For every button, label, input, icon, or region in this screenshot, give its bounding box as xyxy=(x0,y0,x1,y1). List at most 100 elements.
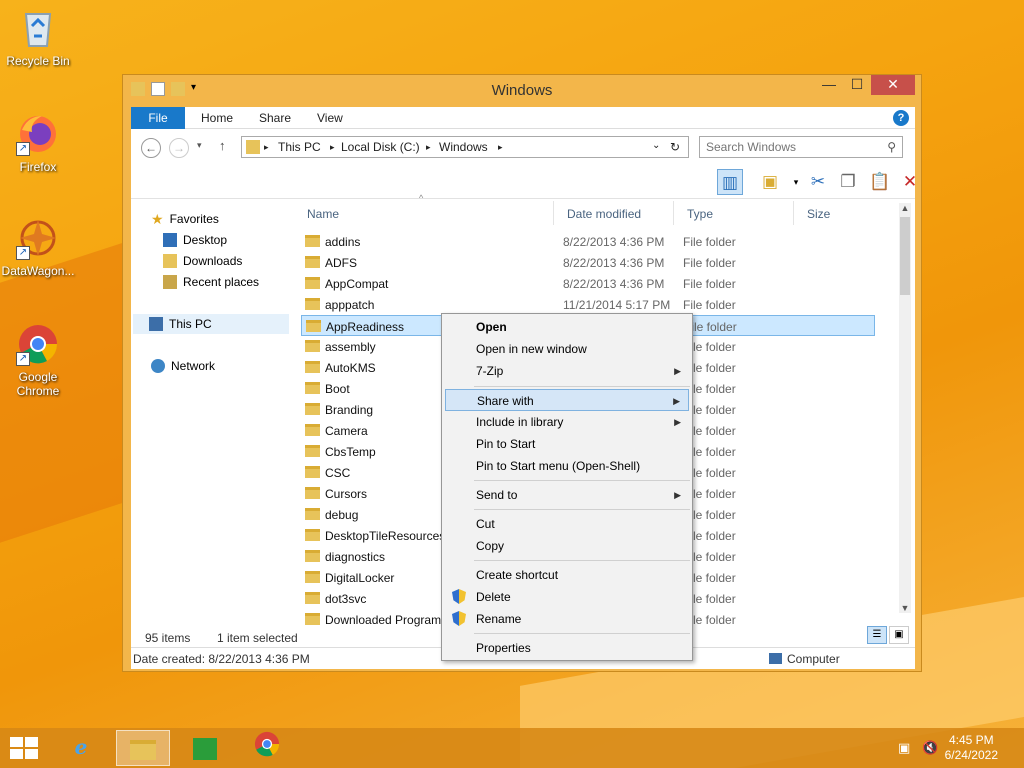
file-type: File folder xyxy=(683,382,736,396)
breadcrumb-separator-icon[interactable]: ▸ xyxy=(330,142,335,153)
search-box[interactable]: ⚲ xyxy=(699,136,903,158)
tab-file[interactable]: File xyxy=(131,107,185,129)
taskbar-clock[interactable]: 4:45 PM 6/24/2022 xyxy=(945,733,998,763)
paste-button[interactable]: 📋 xyxy=(867,169,893,195)
minimize-button[interactable]: — xyxy=(815,75,843,95)
file-type: File folder xyxy=(683,277,736,291)
windows-logo-icon xyxy=(25,749,38,759)
file-type: File folder xyxy=(683,613,736,627)
maximize-button[interactable]: ☐ xyxy=(843,75,871,95)
sort-ascending-icon: ^ xyxy=(419,193,424,203)
menu-item-pin-to-start[interactable]: Pin to Start xyxy=(445,433,689,455)
nav-label: Favorites xyxy=(169,212,219,226)
nav-desktop[interactable]: Desktop xyxy=(163,230,227,250)
breadcrumb-this-pc[interactable]: This PC xyxy=(278,140,321,154)
cut-button[interactable]: ✂ xyxy=(805,169,831,195)
refresh-icon[interactable]: ↻ xyxy=(670,140,680,154)
menu-item-include-in-library[interactable]: Include in library ▶ xyxy=(445,411,689,433)
network-tray-icon[interactable]: ▣ xyxy=(898,740,910,756)
table-row[interactable]: ADFS 8/22/2013 4:36 PM File folder xyxy=(301,252,875,273)
close-button[interactable]: ✕ xyxy=(871,75,915,95)
desktop-icon-google-chrome[interactable]: ↗ Google Chrome xyxy=(0,322,76,398)
folder-icon xyxy=(305,235,320,247)
tab-view[interactable]: View xyxy=(317,107,343,129)
open-folder-button[interactable]: ▣ xyxy=(757,169,783,195)
column-header-name[interactable]: Name xyxy=(307,207,339,221)
desktop-icon-recycle-bin[interactable]: Recycle Bin xyxy=(0,6,76,68)
column-header-type[interactable]: Type xyxy=(687,207,713,221)
breadcrumb-separator-icon[interactable]: ▸ xyxy=(264,142,269,153)
menu-separator xyxy=(474,386,690,387)
up-button[interactable]: ↑ xyxy=(219,138,226,153)
volume-muted-icon[interactable]: 🔇 xyxy=(922,740,938,756)
desktop-icon-firefox[interactable]: ↗ Firefox xyxy=(0,112,76,174)
file-name: addins xyxy=(325,235,361,249)
details-view-button[interactable]: ☰ xyxy=(867,626,887,644)
folder-icon xyxy=(306,320,321,332)
menu-item-copy[interactable]: Copy xyxy=(445,535,689,557)
menu-item-7zip[interactable]: 7-Zip ▶ xyxy=(445,360,689,382)
search-icon[interactable]: ⚲ xyxy=(887,140,896,154)
copy-button[interactable]: ❐ xyxy=(835,169,861,195)
menu-item-rename[interactable]: Rename xyxy=(445,608,689,630)
help-icon[interactable]: ? xyxy=(893,110,909,126)
large-icons-view-button[interactable]: ▣ xyxy=(889,626,909,644)
menu-item-share-with[interactable]: Share with ▶ xyxy=(445,389,689,411)
nav-downloads[interactable]: Downloads xyxy=(163,251,242,271)
column-divider[interactable] xyxy=(553,201,554,225)
address-field[interactable]: ▸ This PC ▸ Local Disk (C:) ▸ Windows ▸ … xyxy=(241,136,689,158)
file-type: File folder xyxy=(683,256,736,270)
delete-button[interactable]: ✕ xyxy=(897,169,923,195)
menu-item-open-new-window[interactable]: Open in new window xyxy=(445,338,689,360)
back-button[interactable]: ← xyxy=(141,138,161,158)
taskbar-store[interactable] xyxy=(178,730,232,766)
desktop-icon-datawagon[interactable]: ↗ DataWagon... xyxy=(0,216,76,278)
table-row[interactable]: AppCompat 8/22/2013 4:36 PM File folder xyxy=(301,273,875,294)
file-explorer-icon xyxy=(130,739,156,760)
menu-item-send-to[interactable]: Send to ▶ xyxy=(445,484,689,506)
preview-pane-button[interactable]: ▥ xyxy=(717,169,743,195)
breadcrumb-separator-icon[interactable]: ▸ xyxy=(498,142,503,153)
breadcrumb-windows[interactable]: Windows xyxy=(439,140,488,154)
column-divider[interactable] xyxy=(673,201,674,225)
nav-this-pc[interactable]: This PC xyxy=(133,314,289,334)
taskbar-file-explorer[interactable] xyxy=(116,730,170,766)
search-input[interactable] xyxy=(706,140,876,154)
scrollbar-thumb[interactable] xyxy=(900,217,910,295)
recent-locations-icon[interactable]: ▾ xyxy=(197,140,202,151)
menu-item-delete[interactable]: Delete xyxy=(445,586,689,608)
copy-icon: ❐ xyxy=(840,172,856,191)
file-name: apppatch xyxy=(325,298,375,312)
submenu-arrow-icon: ▶ xyxy=(674,490,681,500)
folder-icon xyxy=(305,256,320,268)
vertical-scrollbar[interactable]: ▲ ▼ xyxy=(899,203,911,613)
taskbar-internet-explorer[interactable]: ℯ xyxy=(54,730,108,766)
menu-item-pin-to-start-menu[interactable]: Pin to Start menu (Open-Shell) xyxy=(445,455,689,477)
folder-icon xyxy=(305,466,320,478)
menu-item-cut[interactable]: Cut xyxy=(445,513,689,535)
tab-home[interactable]: Home xyxy=(201,107,233,129)
scroll-up-icon[interactable]: ▲ xyxy=(899,203,911,213)
menu-item-properties[interactable]: Properties xyxy=(445,637,689,659)
column-header-size[interactable]: Size xyxy=(807,207,830,221)
tab-share[interactable]: Share xyxy=(259,107,291,129)
nav-network[interactable]: Network xyxy=(151,356,215,376)
chevron-down-icon[interactable]: ⌄ xyxy=(652,140,660,151)
store-icon xyxy=(193,737,217,760)
taskbar-chrome[interactable] xyxy=(240,730,294,766)
column-header-date[interactable]: Date modified xyxy=(567,207,641,221)
table-row[interactable]: addins 8/22/2013 4:36 PM File folder xyxy=(301,231,875,252)
start-button[interactable] xyxy=(10,737,38,759)
menu-item-open[interactable]: Open xyxy=(445,316,689,338)
nav-recent-places[interactable]: Recent places xyxy=(163,272,259,292)
column-divider[interactable] xyxy=(793,201,794,225)
breadcrumb-separator-icon[interactable]: ▸ xyxy=(426,142,431,153)
title-bar[interactable]: ▾ Windows — ☐ ✕ xyxy=(123,75,921,105)
menu-item-create-shortcut[interactable]: Create shortcut xyxy=(445,564,689,586)
folder-check-icon: ▣ xyxy=(761,172,779,191)
nav-favorites[interactable]: ★ Favorites xyxy=(151,209,219,229)
scroll-down-icon[interactable]: ▼ xyxy=(899,603,911,613)
table-row[interactable]: apppatch 11/21/2014 5:17 PM File folder xyxy=(301,294,875,315)
breadcrumb-local-disk[interactable]: Local Disk (C:) xyxy=(341,140,420,154)
forward-button[interactable]: → xyxy=(169,138,189,158)
